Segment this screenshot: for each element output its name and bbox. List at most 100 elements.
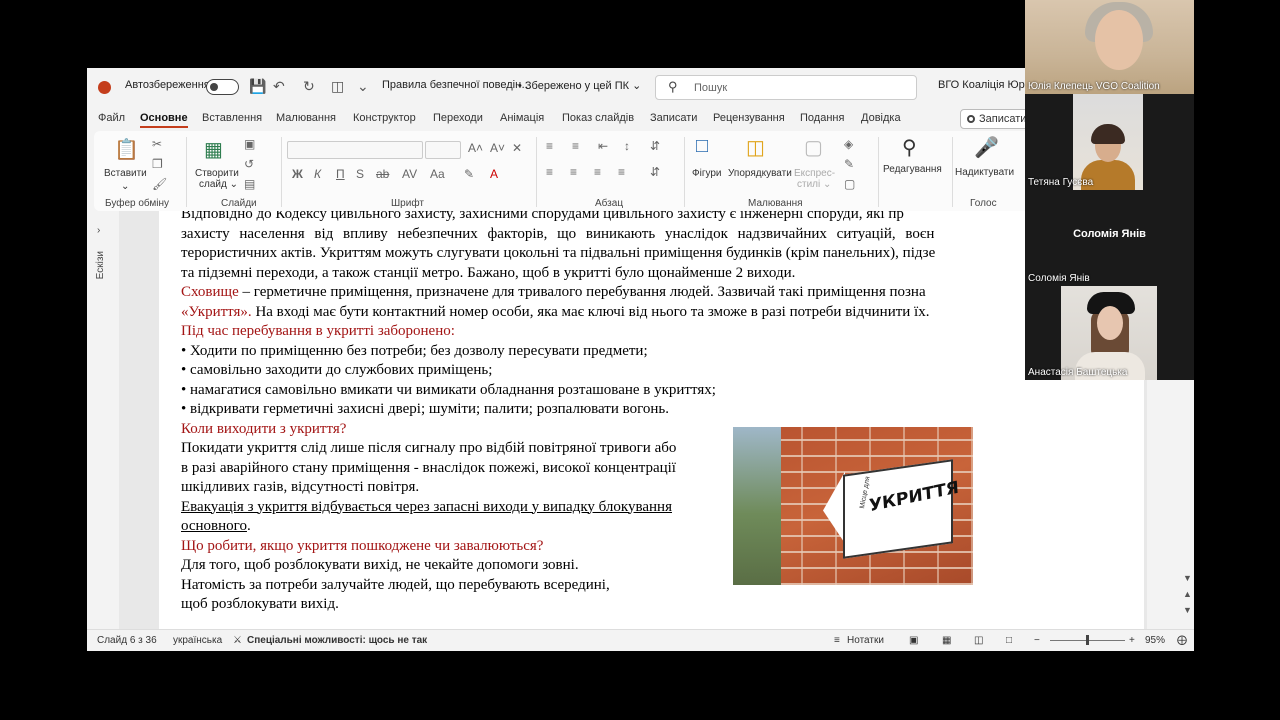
shape-outline-icon[interactable]: ✎ — [844, 157, 854, 171]
arrange-button[interactable]: Упорядкувати — [728, 168, 792, 179]
find-icon[interactable]: ⚲ — [902, 135, 917, 160]
tab-animations[interactable]: Анімація — [500, 112, 544, 124]
tab-record[interactable]: Записати — [650, 112, 697, 124]
fit-slide-icon[interactable]: ⨁ — [1177, 635, 1187, 646]
normal-view-icon[interactable]: ▣ — [909, 635, 918, 646]
redo-icon[interactable]: ↻ — [303, 78, 315, 95]
align-left-icon[interactable]: ≡ — [546, 165, 553, 179]
decrease-font-icon[interactable]: A˅ — [490, 141, 505, 155]
save-icon[interactable]: 💾 — [249, 78, 266, 95]
arrange-icon[interactable]: ◫ — [746, 135, 765, 160]
highlight-icon[interactable]: ✎ — [464, 167, 474, 181]
indent-icon[interactable]: ⇤ — [598, 139, 608, 153]
new-slide-button[interactable]: Створити — [195, 168, 239, 179]
tab-help[interactable]: Довідка — [861, 112, 901, 124]
paste-icon[interactable]: 📋 — [114, 137, 139, 162]
copy-icon[interactable]: ❐ — [152, 157, 163, 171]
new-slide-chevron[interactable]: слайд ⌄ — [199, 179, 238, 190]
participant-tile[interactable]: Соломія Янів Соломія Янів — [1025, 190, 1194, 286]
accessibility-status[interactable]: Спеціальні можливості: щось не так — [247, 635, 427, 646]
spacing-icon[interactable]: AV — [402, 167, 417, 181]
notes-button[interactable]: Нотатки — [847, 635, 884, 646]
tab-view[interactable]: Подання — [800, 112, 844, 124]
clear-format-icon[interactable]: ✕ — [512, 141, 522, 155]
zoom-level[interactable]: 95% — [1145, 635, 1165, 646]
zoom-slider-knob[interactable] — [1086, 635, 1089, 645]
zoom-in-icon[interactable]: + — [1129, 635, 1135, 646]
font-color-icon[interactable]: A — [490, 167, 498, 181]
shapes-icon[interactable]: □ — [696, 135, 708, 158]
present-icon[interactable]: ◫ — [331, 78, 344, 95]
tab-home[interactable]: Основне — [140, 112, 188, 128]
align-right-icon[interactable]: ≡ — [594, 165, 601, 179]
accessibility-icon[interactable]: ⚔ — [233, 635, 242, 646]
language-indicator[interactable]: українська — [173, 635, 222, 646]
font-size-select[interactable] — [425, 141, 461, 159]
tab-draw[interactable]: Малювання — [276, 112, 336, 124]
save-state[interactable]: • Збережено у цей ПК ⌄ — [518, 79, 641, 92]
participant-tile[interactable]: Юлія Клепець VGO Coalition — [1025, 0, 1194, 94]
new-slide-icon[interactable]: ▦ — [204, 137, 223, 162]
slideshow-icon[interactable]: □ — [1006, 635, 1012, 646]
text-direction-icon[interactable]: ⇵ — [650, 139, 660, 153]
align-text-icon[interactable]: ⇵ — [650, 165, 660, 179]
dictate-button[interactable]: Надиктувати — [955, 167, 1014, 178]
align-center-icon[interactable]: ≡ — [570, 165, 577, 179]
thumbnails-pane-collapsed[interactable]: › Ескізи — [87, 211, 119, 629]
section-icon[interactable]: ▤ — [244, 177, 255, 191]
previous-slide-icon[interactable]: ▲ — [1183, 589, 1192, 599]
change-case-icon[interactable]: Aa — [430, 167, 445, 181]
underline-icon[interactable]: П — [336, 167, 345, 181]
account-name[interactable]: ВГО Коаліція Юрос — [938, 79, 1036, 91]
shape-fill-icon[interactable]: ◈ — [844, 137, 853, 151]
quick-styles-chevron[interactable]: стилі ⌄ — [797, 179, 831, 190]
tab-review[interactable]: Рецензування — [713, 112, 785, 124]
search-box[interactable]: ⚲ Пошук — [655, 75, 917, 100]
participant-tile[interactable]: Тетяна Гусєва — [1025, 94, 1194, 190]
editing-button[interactable]: Редагування — [883, 164, 942, 175]
increase-font-icon[interactable]: A˄ — [468, 141, 483, 155]
paste-chevron-icon[interactable]: ⌄ — [121, 181, 129, 192]
italic-icon[interactable]: К — [314, 167, 321, 181]
tab-design[interactable]: Конструктор — [353, 112, 416, 124]
microphone-icon[interactable]: 🎤 — [974, 135, 999, 160]
shadow-icon[interactable]: S — [356, 167, 364, 181]
tab-insert[interactable]: Вставлення — [202, 112, 262, 124]
slide-canvas[interactable]: Відповідно до Кодексу цивільного захисту… — [159, 211, 1144, 629]
notes-icon[interactable]: ≡ — [834, 635, 840, 646]
strikethrough-icon[interactable]: ab — [376, 167, 389, 181]
reset-icon[interactable]: ↺ — [244, 157, 254, 171]
tab-slideshow[interactable]: Показ слайдів — [562, 112, 634, 124]
shapes-button[interactable]: Фігури — [692, 168, 722, 179]
paste-button[interactable]: Вставити — [104, 168, 147, 179]
expand-chevron-icon[interactable]: › — [97, 225, 100, 236]
shelter-sign-photo[interactable]: Місце для УКРИТТЯ — [733, 427, 973, 585]
customize-chevron-icon[interactable]: ⌄ — [357, 78, 369, 95]
zoom-slider[interactable] — [1050, 635, 1125, 645]
document-title[interactable]: Правила безпечної поведін… — [382, 79, 532, 91]
justify-icon[interactable]: ≡ — [618, 165, 625, 179]
line-spacing-icon[interactable]: ↕ — [624, 139, 630, 153]
sorter-view-icon[interactable]: ▦ — [942, 635, 951, 646]
scroll-down-icon[interactable]: ▼ — [1183, 573, 1192, 583]
bold-icon[interactable]: Ж — [292, 167, 303, 181]
autosave-toggle[interactable] — [206, 79, 239, 95]
cut-icon[interactable]: ✂ — [152, 137, 162, 151]
tab-file[interactable]: Файл — [98, 112, 125, 124]
shape-effects-icon[interactable]: ▢ — [844, 177, 855, 191]
quick-styles-icon[interactable]: ▢ — [804, 135, 823, 160]
slide-line: та підземні переходи, а також станції ме… — [181, 264, 796, 281]
undo-icon[interactable]: ↶ — [273, 78, 285, 95]
quick-styles-button[interactable]: Експрес- — [794, 168, 835, 179]
layout-icon[interactable]: ▣ — [244, 137, 255, 151]
participant-tile[interactable]: Анастасія Баштецька — [1025, 286, 1194, 380]
zoom-out-icon[interactable]: − — [1034, 635, 1040, 646]
record-button[interactable]: Записати — [960, 109, 1030, 129]
font-family-select[interactable] — [287, 141, 423, 159]
format-painter-icon[interactable]: 🖌 — [152, 177, 167, 191]
reading-view-icon[interactable]: ◫ — [974, 635, 983, 646]
bullets-icon[interactable]: ≡ — [546, 139, 553, 153]
numbering-icon[interactable]: ≡ — [572, 139, 579, 153]
next-slide-icon[interactable]: ▼ — [1183, 605, 1192, 615]
tab-transitions[interactable]: Переходи — [433, 112, 483, 124]
